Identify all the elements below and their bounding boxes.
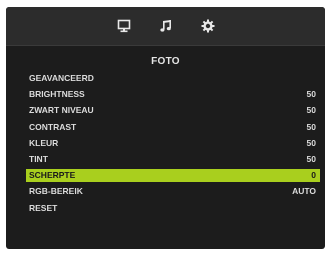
menu-item-reset[interactable]: RESET xyxy=(26,202,320,215)
tab-picture[interactable] xyxy=(112,14,136,38)
menu-item-brightness[interactable]: BRIGHTNESS 50 xyxy=(26,88,320,101)
menu-item-label: TINT xyxy=(29,153,48,164)
menu-item-label: KLEUR xyxy=(29,137,59,148)
menu-item-value: 50 xyxy=(306,121,316,132)
menu-item-value: 50 xyxy=(306,137,316,148)
menu-item-value: 50 xyxy=(306,89,316,100)
monitor-icon xyxy=(117,19,130,33)
menu-item-zwart-niveau[interactable]: ZWART NIVEAU 50 xyxy=(26,104,320,117)
menu-item-value: 0 xyxy=(311,170,316,181)
menu-item-value: AUTO xyxy=(292,186,316,197)
tab-sound[interactable] xyxy=(154,14,178,38)
menu-item-label: RESET xyxy=(29,202,58,213)
menu-item-kleur[interactable]: KLEUR 50 xyxy=(26,137,320,150)
menu-item-label: SCHERPTE xyxy=(29,170,76,181)
menu-item-scherpte[interactable]: SCHERPTE 0 xyxy=(26,169,320,183)
menu-item-value: 50 xyxy=(306,153,316,164)
menu-item-tint[interactable]: TINT 50 xyxy=(26,153,320,166)
menu-item-contrast[interactable]: CONTRAST 50 xyxy=(26,121,320,134)
menu-item-label: BRIGHTNESS xyxy=(29,89,85,100)
menu-item-label: RGB-BEREIK xyxy=(29,186,83,197)
menu-item-geavanceerd[interactable]: GEAVANCEERD xyxy=(26,72,320,85)
tab-bar xyxy=(6,7,325,46)
osd-menu: FOTO GEAVANCEERD BRIGHTNESS 50 ZWART NIV… xyxy=(6,7,325,249)
menu-item-label: CONTRAST xyxy=(29,121,77,132)
menu-list: GEAVANCEERD BRIGHTNESS 50 ZWART NIVEAU 5… xyxy=(6,72,325,215)
tab-settings[interactable] xyxy=(196,14,220,38)
menu-item-value: 50 xyxy=(306,105,316,116)
menu-item-rgb-bereik[interactable]: RGB-BEREIK AUTO xyxy=(26,185,320,198)
menu-item-label: ZWART NIVEAU xyxy=(29,105,94,116)
gear-icon xyxy=(201,19,214,33)
music-note-icon xyxy=(159,20,171,32)
section-title: FOTO xyxy=(151,56,180,67)
menu-item-label: GEAVANCEERD xyxy=(29,73,94,83)
